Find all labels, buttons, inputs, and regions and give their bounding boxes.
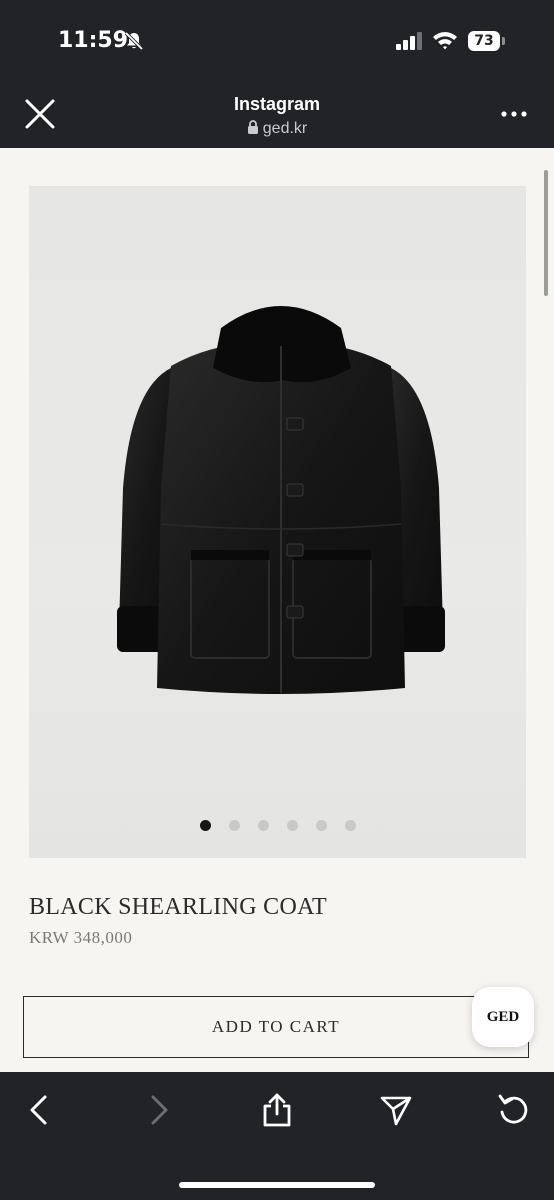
battery-icon: 73 (468, 31, 505, 51)
carousel-dot[interactable] (228, 820, 240, 831)
carousel-dot[interactable] (257, 820, 269, 831)
battery-level: 73 (468, 31, 500, 51)
wifi-icon (433, 32, 457, 50)
page-title: Instagram (233, 94, 321, 114)
forward-icon[interactable] (140, 1092, 176, 1128)
bell-slash-icon (124, 31, 144, 51)
product-price: KRW 348,000 (29, 928, 133, 947)
coat-image (117, 306, 445, 694)
status-time: 11:59 (58, 28, 129, 53)
back-icon[interactable] (22, 1092, 58, 1128)
carousel-dot[interactable] (344, 820, 356, 831)
home-indicator (179, 1182, 375, 1188)
product-image[interactable] (29, 186, 526, 858)
url-text: ged.kr (262, 120, 308, 137)
lock-icon (247, 120, 258, 134)
url-label: ged.kr (0, 120, 554, 138)
scrollbar[interactable] (544, 170, 548, 296)
send-icon[interactable] (378, 1092, 414, 1128)
share-icon[interactable] (259, 1092, 295, 1128)
browser-header: 11:59 73 Instagram ged.kr (0, 0, 554, 148)
ged-chat-button[interactable]: GED (472, 987, 534, 1047)
carousel-dots (29, 818, 526, 832)
reload-icon[interactable] (496, 1092, 532, 1128)
carousel-dot[interactable] (286, 820, 298, 831)
more-icon[interactable] (498, 104, 530, 124)
product-title: BLACK SHEARLING COAT (29, 894, 328, 920)
carousel-dot[interactable] (199, 820, 211, 831)
browser-toolbar (0, 1072, 554, 1200)
add-to-cart-button[interactable]: ADD TO CART (23, 996, 529, 1058)
carousel-dot[interactable] (315, 820, 327, 831)
signal-icon (396, 32, 422, 50)
